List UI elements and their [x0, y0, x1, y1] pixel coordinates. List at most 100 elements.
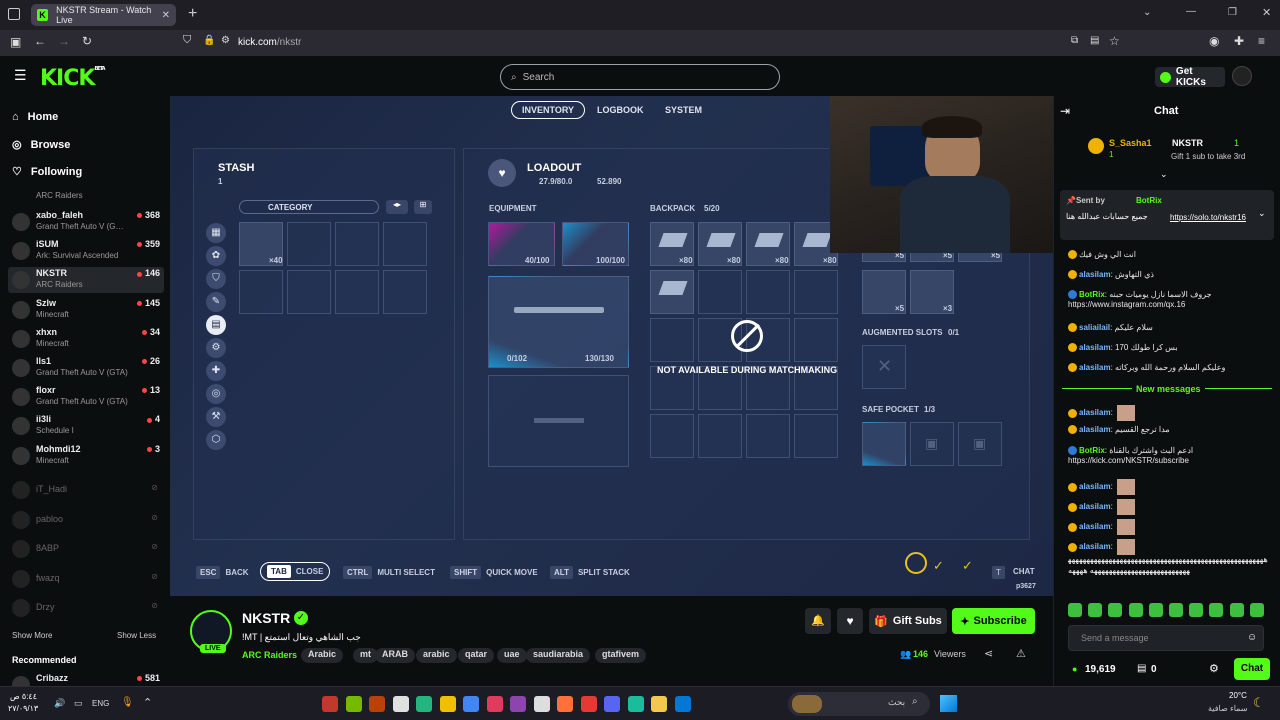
- pinned-link[interactable]: https://solo.to/nkstr16: [1066, 212, 1246, 223]
- chat-username[interactable]: saliailail: [1079, 323, 1110, 332]
- bookmark-star-icon[interactable]: ☆: [1109, 34, 1120, 48]
- gift-subs-button[interactable]: 🎁 Gift Subs: [869, 608, 947, 634]
- minimize-icon[interactable]: —: [1186, 6, 1196, 17]
- capcut-icon[interactable]: [392, 696, 409, 712]
- app-icon[interactable]: [439, 696, 456, 712]
- nvidia-icon[interactable]: [345, 696, 362, 712]
- sidebar-channel-lls1[interactable]: lls1 Grand Theft Auto V (GTA) 26: [8, 355, 164, 381]
- streamer-name[interactable]: NKSTR: [242, 610, 290, 626]
- chat-username[interactable]: BotRix: [1079, 290, 1105, 299]
- firefox-icon[interactable]: [557, 696, 573, 712]
- emote-icon[interactable]: [1189, 603, 1204, 617]
- reader-view-icon[interactable]: ▤: [1090, 35, 1099, 46]
- emote-icon[interactable]: [1128, 603, 1143, 617]
- kick-logo[interactable]: KICKBETA: [40, 66, 106, 91]
- chat-username[interactable]: alasilam: [1079, 363, 1111, 372]
- collapse-chat-icon[interactable]: ⇥: [1060, 104, 1070, 118]
- sidebar-toggle-icon[interactable]: ▣: [10, 35, 21, 49]
- extensions-icon[interactable]: ✚: [1234, 34, 1244, 48]
- report-icon[interactable]: ⚠: [1016, 647, 1026, 660]
- emote-icon[interactable]: [1148, 603, 1163, 617]
- sidebar-channel-isum[interactable]: iSUM Ark: Survival Ascended 359: [8, 238, 164, 264]
- sidebar-channel-nkstr[interactable]: NKSTR ARC Raiders 146: [8, 267, 164, 294]
- sidebar-channel-offline[interactable]: 8ABP ⊘: [8, 536, 164, 562]
- chat-username[interactable]: alasilam: [1079, 482, 1111, 491]
- app-icon[interactable]: [416, 696, 432, 712]
- tab-overview-icon[interactable]: [8, 8, 20, 20]
- sidebar-channel-offline[interactable]: iT_Hadi ⊘: [8, 477, 164, 503]
- chat-username[interactable]: alasilam: [1079, 522, 1111, 531]
- microphone-icon[interactable]: 🎙: [121, 697, 134, 708]
- user-avatar[interactable]: [1232, 66, 1252, 86]
- search-input[interactable]: ⌕ Search: [500, 64, 780, 90]
- sidebar-item-browse[interactable]: ◎ Browse: [12, 138, 70, 152]
- sidebar-item-home[interactable]: ⌂ Home: [12, 111, 58, 123]
- sidebar-item-following[interactable]: ♡ Following: [12, 165, 82, 179]
- permissions-icon[interactable]: ⚙: [221, 35, 230, 46]
- sidebar-channel-xhxn[interactable]: xhxn Minecraft 34: [8, 326, 164, 352]
- windows-start-icon[interactable]: [940, 695, 957, 712]
- app-icon[interactable]: [533, 696, 550, 712]
- expand-leaderboard-icon[interactable]: ⌄: [1160, 169, 1168, 180]
- account-icon[interactable]: ◉: [1209, 34, 1219, 48]
- close-tab-icon[interactable]: ✕: [162, 10, 170, 21]
- tag-uae[interactable]: uae: [497, 648, 527, 663]
- sidebar-channel-offline[interactable]: fwazq ⊘: [8, 566, 164, 592]
- chat-username[interactable]: alasilam: [1079, 542, 1111, 551]
- weather-temp[interactable]: 20°C: [1229, 691, 1247, 700]
- sidebar-channel-ii3li[interactable]: ii3li Schedule I 4: [8, 413, 164, 439]
- emote-icon[interactable]: [1249, 603, 1264, 617]
- app-icon[interactable]: [369, 696, 385, 712]
- chat-username[interactable]: alasilam: [1079, 425, 1111, 434]
- emote-icon[interactable]: [1209, 603, 1224, 617]
- clock-date[interactable]: ٢٧/٠٩/١٣: [8, 704, 38, 713]
- tag-arab[interactable]: ARAB: [375, 648, 415, 663]
- back-icon[interactable]: ←: [34, 34, 46, 48]
- tag-arabic[interactable]: Arabic: [301, 648, 344, 663]
- chat-username[interactable]: BotRix: [1079, 446, 1105, 455]
- network-icon[interactable]: ▭: [74, 698, 83, 709]
- volume-icon[interactable]: 🔊: [54, 698, 65, 709]
- chat-username[interactable]: alasilam: [1079, 343, 1111, 352]
- weather-desc[interactable]: سماء صافية: [1208, 704, 1248, 713]
- reload-icon[interactable]: ↻: [82, 34, 92, 48]
- emote-icon[interactable]: [1169, 603, 1183, 617]
- url-bar[interactable]: kick.com/nkstr: [238, 37, 301, 48]
- notification-bell-icon[interactable]: 🔔: [805, 608, 831, 634]
- chat-send-button[interactable]: Chat: [1234, 658, 1270, 680]
- app-icon[interactable]: [486, 696, 503, 712]
- emote-icon[interactable]: [1108, 603, 1123, 617]
- stream-category[interactable]: ARC Raiders: [242, 650, 297, 660]
- new-tab-button[interactable]: +: [188, 5, 197, 23]
- chat-username[interactable]: alasilam: [1079, 502, 1111, 511]
- sidebar-channel-floxr[interactable]: floxr Grand Theft Auto V (GTA) 13: [8, 384, 164, 410]
- app-icon[interactable]: [580, 696, 597, 712]
- tag-saudiarabia[interactable]: saudiarabia: [526, 648, 591, 663]
- emote-icon[interactable]: [1229, 603, 1244, 617]
- file-explorer-icon[interactable]: [651, 696, 667, 712]
- share-icon[interactable]: ⋖: [984, 647, 993, 660]
- tag-arabic[interactable]: arabic: [416, 648, 457, 663]
- tab-list-icon[interactable]: ⌄: [1143, 7, 1151, 18]
- pinned-expand-icon[interactable]: ⌄: [1258, 208, 1266, 219]
- emote-icon[interactable]: [1088, 603, 1103, 617]
- sidebar-channel-offline[interactable]: pabloo ⊘: [8, 507, 164, 533]
- tag-gtafivem[interactable]: gtafivem: [595, 648, 647, 663]
- app-icon[interactable]: [674, 696, 691, 712]
- chat-username[interactable]: alasilam: [1079, 270, 1111, 279]
- app-icon[interactable]: [322, 696, 338, 712]
- emoji-icon[interactable]: ☺: [1247, 632, 1257, 643]
- clock-time[interactable]: ٥:٤٤ ص: [10, 692, 37, 701]
- get-kicks-button[interactable]: Get KICKs: [1155, 66, 1225, 88]
- chat-settings-icon[interactable]: ⚙: [1209, 662, 1219, 675]
- browser-tab[interactable]: K NKSTR Stream - Watch Live ✕: [31, 4, 176, 26]
- subscribe-button[interactable]: ✦ Subscribe: [952, 608, 1035, 634]
- sidebar-channel-szlw[interactable]: Szlw Minecraft 145: [8, 297, 164, 323]
- hamburger-icon[interactable]: ☰: [14, 67, 27, 84]
- taskbar-search[interactable]: بحث ⌕: [788, 692, 930, 716]
- follow-heart-icon[interactable]: ♥: [837, 608, 863, 634]
- chrome-icon[interactable]: [463, 696, 479, 712]
- sidebar-channel-xabo_faleh[interactable]: xabo_faleh Grand Theft Auto V (G… 368: [8, 209, 164, 235]
- app-icon[interactable]: [627, 696, 644, 712]
- forward-icon[interactable]: →: [58, 34, 70, 48]
